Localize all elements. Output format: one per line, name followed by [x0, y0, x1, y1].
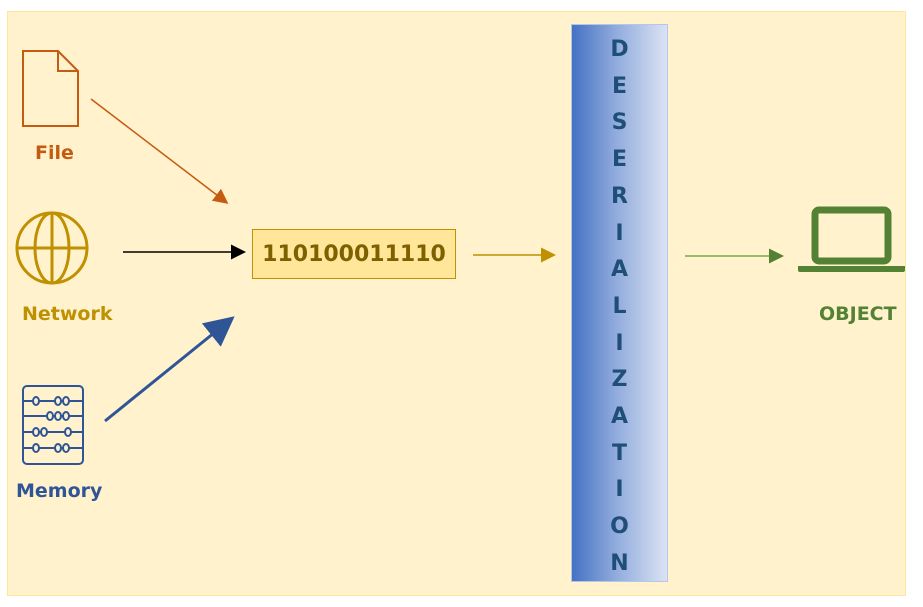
- bytestream-box: 110100011110: [252, 229, 456, 279]
- file-label: File: [35, 142, 74, 164]
- memory-label: Memory: [16, 480, 103, 502]
- deserialization-letter: Z: [611, 367, 628, 393]
- file-icon: [22, 50, 79, 127]
- deserialization-letter: E: [611, 73, 628, 99]
- deserialization-letter: I: [615, 477, 624, 503]
- object-label: OBJECT: [819, 303, 897, 325]
- deserialization-letter: L: [612, 293, 627, 319]
- memory-arrow: [104, 316, 235, 423]
- deserialization-letter: D: [610, 37, 629, 62]
- globe-icon: [15, 211, 89, 285]
- deserialization-letter: A: [610, 257, 629, 283]
- deserialization-letter: S: [611, 110, 628, 136]
- deserialization-letter: I: [615, 330, 624, 356]
- deserialization-letter: I: [615, 220, 624, 246]
- deserialization-letter: A: [610, 404, 629, 430]
- deserialization-letter: R: [611, 183, 628, 209]
- deserialization-letter: E: [611, 147, 628, 173]
- deserialization-letter: O: [610, 514, 629, 540]
- network-label: Network: [22, 303, 113, 325]
- deserialization-bar: DESERIALIZATION: [571, 24, 668, 582]
- deserialization-letter: N: [610, 550, 629, 576]
- abacus-icon: [22, 385, 84, 465]
- bytestream-value: 110100011110: [262, 241, 446, 267]
- file-arrow: [90, 98, 229, 204]
- laptop-icon: [798, 206, 905, 272]
- deserialization-letter: T: [611, 440, 627, 466]
- diagram-canvas: [15, 50, 905, 465]
